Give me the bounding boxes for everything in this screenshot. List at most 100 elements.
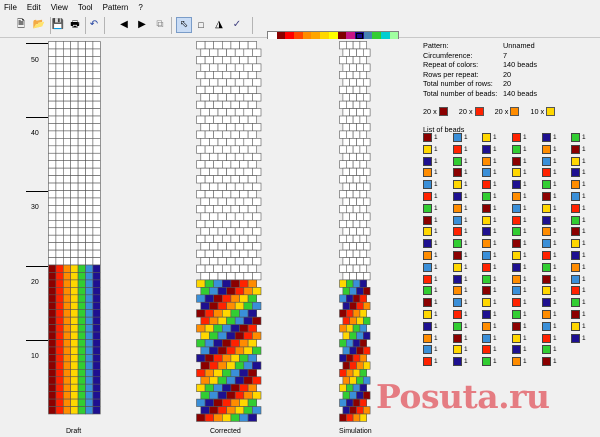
menu-tool[interactable]: Tool: [78, 3, 93, 12]
bead-cell: [243, 272, 253, 281]
bead-list-item: 1: [482, 274, 497, 284]
print-button[interactable]: 🖶: [67, 17, 83, 33]
bead-cell: [77, 190, 86, 199]
menu-file[interactable]: File: [4, 3, 17, 12]
simulation-grid[interactable]: [339, 41, 371, 422]
arrow-right-icon: ▶: [138, 19, 146, 30]
info-key: Rows per repeat:: [423, 69, 479, 79]
bead-cell: [63, 391, 72, 400]
bead-cell: [243, 257, 253, 266]
corrected-grid[interactable]: [196, 41, 262, 422]
arrow-left-button[interactable]: ◀: [116, 17, 132, 33]
bead-cell: [85, 324, 94, 333]
bead-swatch: [542, 156, 551, 166]
bead-cell: [239, 115, 249, 124]
fill-button[interactable]: ◮: [211, 17, 227, 33]
open-button[interactable]: 📂: [31, 17, 47, 33]
bead-cell: [92, 234, 101, 243]
bead-cell: [356, 301, 364, 310]
bead-cell: [196, 130, 206, 139]
bead-swatch: [482, 144, 491, 154]
undo-button[interactable]: ↶: [86, 17, 102, 33]
bead-cell: [359, 175, 367, 184]
bead-cell: [239, 324, 249, 333]
draft-svg: [48, 41, 101, 415]
bead-list-item: 1: [453, 180, 468, 190]
bead-cell: [213, 85, 223, 94]
bead-cell: [342, 242, 351, 251]
bead-count: 1: [523, 181, 527, 189]
bead-cell: [92, 227, 101, 236]
bead-count: 1: [553, 311, 557, 318]
bead-list-item: 1: [571, 133, 586, 142]
arrow-right-button[interactable]: ▶: [134, 17, 150, 33]
menu-view[interactable]: View: [51, 3, 68, 12]
bead-swatch: [453, 180, 462, 190]
copy-button[interactable]: ⧉: [152, 17, 168, 33]
bead-cell: [196, 324, 206, 333]
bead-cell: [342, 93, 351, 102]
bead-list-item: 1: [453, 262, 468, 272]
bead-count: 1: [464, 134, 468, 141]
pipette-button[interactable]: ✓: [229, 17, 245, 33]
bead-cell: [55, 123, 64, 132]
draft-grid[interactable]: [48, 41, 101, 415]
bead-swatch: [423, 274, 432, 284]
bead-cell: [92, 152, 101, 161]
select-rect-button[interactable]: □: [193, 17, 209, 33]
bead-cell: [247, 130, 257, 139]
bead-cell: [352, 70, 361, 80]
bead-cell: [217, 361, 227, 370]
bead-count: 1: [464, 263, 468, 271]
bead-swatch: [482, 251, 491, 260]
bead-cell: [63, 93, 72, 102]
bead-cell: [356, 167, 364, 176]
bead-cell: [346, 190, 354, 199]
bead-cell: [243, 152, 253, 161]
bead-count: 1: [553, 240, 557, 248]
bead-cell: [63, 100, 72, 109]
bead-list-item: 1: [482, 345, 497, 355]
bead-cell: [196, 294, 206, 303]
menu-edit[interactable]: Edit: [27, 3, 41, 12]
bead-cell: [85, 346, 94, 355]
bead-cell: [85, 234, 94, 243]
bead-list-item: 1: [542, 251, 557, 260]
bead-list-item: 1: [453, 133, 468, 142]
bead-cell: [48, 93, 57, 102]
bead-count: 1: [582, 157, 586, 165]
new-button[interactable]: 🗎: [13, 17, 29, 33]
bead-cell: [243, 406, 253, 415]
total-rows-value: 20: [503, 79, 512, 88]
pointer-button[interactable]: ⬁: [176, 17, 192, 33]
bead-cell: [239, 413, 249, 422]
bead-cell: [209, 391, 219, 400]
bead-cell: [221, 398, 232, 407]
bead-cell: [55, 227, 64, 236]
bead-list-item: 1: [512, 144, 527, 154]
bead-list-item: 1: [542, 239, 557, 249]
bead-cell: [63, 182, 72, 191]
bead-cell: [77, 167, 86, 176]
bead-count: 1: [523, 157, 527, 165]
bead-cell: [77, 93, 86, 102]
bead-swatch: [512, 215, 521, 225]
bead-cell: [70, 145, 79, 154]
bead-cell: [55, 70, 64, 80]
save-button[interactable]: 💾: [50, 17, 66, 33]
menu-pattern[interactable]: Pattern: [103, 3, 129, 12]
bead-cell: [339, 413, 347, 422]
bead-cell: [200, 197, 210, 206]
bead-cell: [339, 279, 347, 288]
bead-count: 1: [464, 204, 468, 212]
bead-list-item: 1: [571, 144, 586, 154]
bead-cell: [217, 197, 227, 206]
bead-cell: [349, 361, 357, 370]
menu-help[interactable]: ?: [138, 3, 142, 12]
bead-cell: [55, 56, 64, 65]
bead-cell: [221, 145, 232, 154]
bead-cell: [359, 145, 367, 154]
bead-cell: [85, 316, 94, 325]
bead-list-item: 1: [512, 357, 527, 367]
bead-cell: [213, 368, 223, 378]
